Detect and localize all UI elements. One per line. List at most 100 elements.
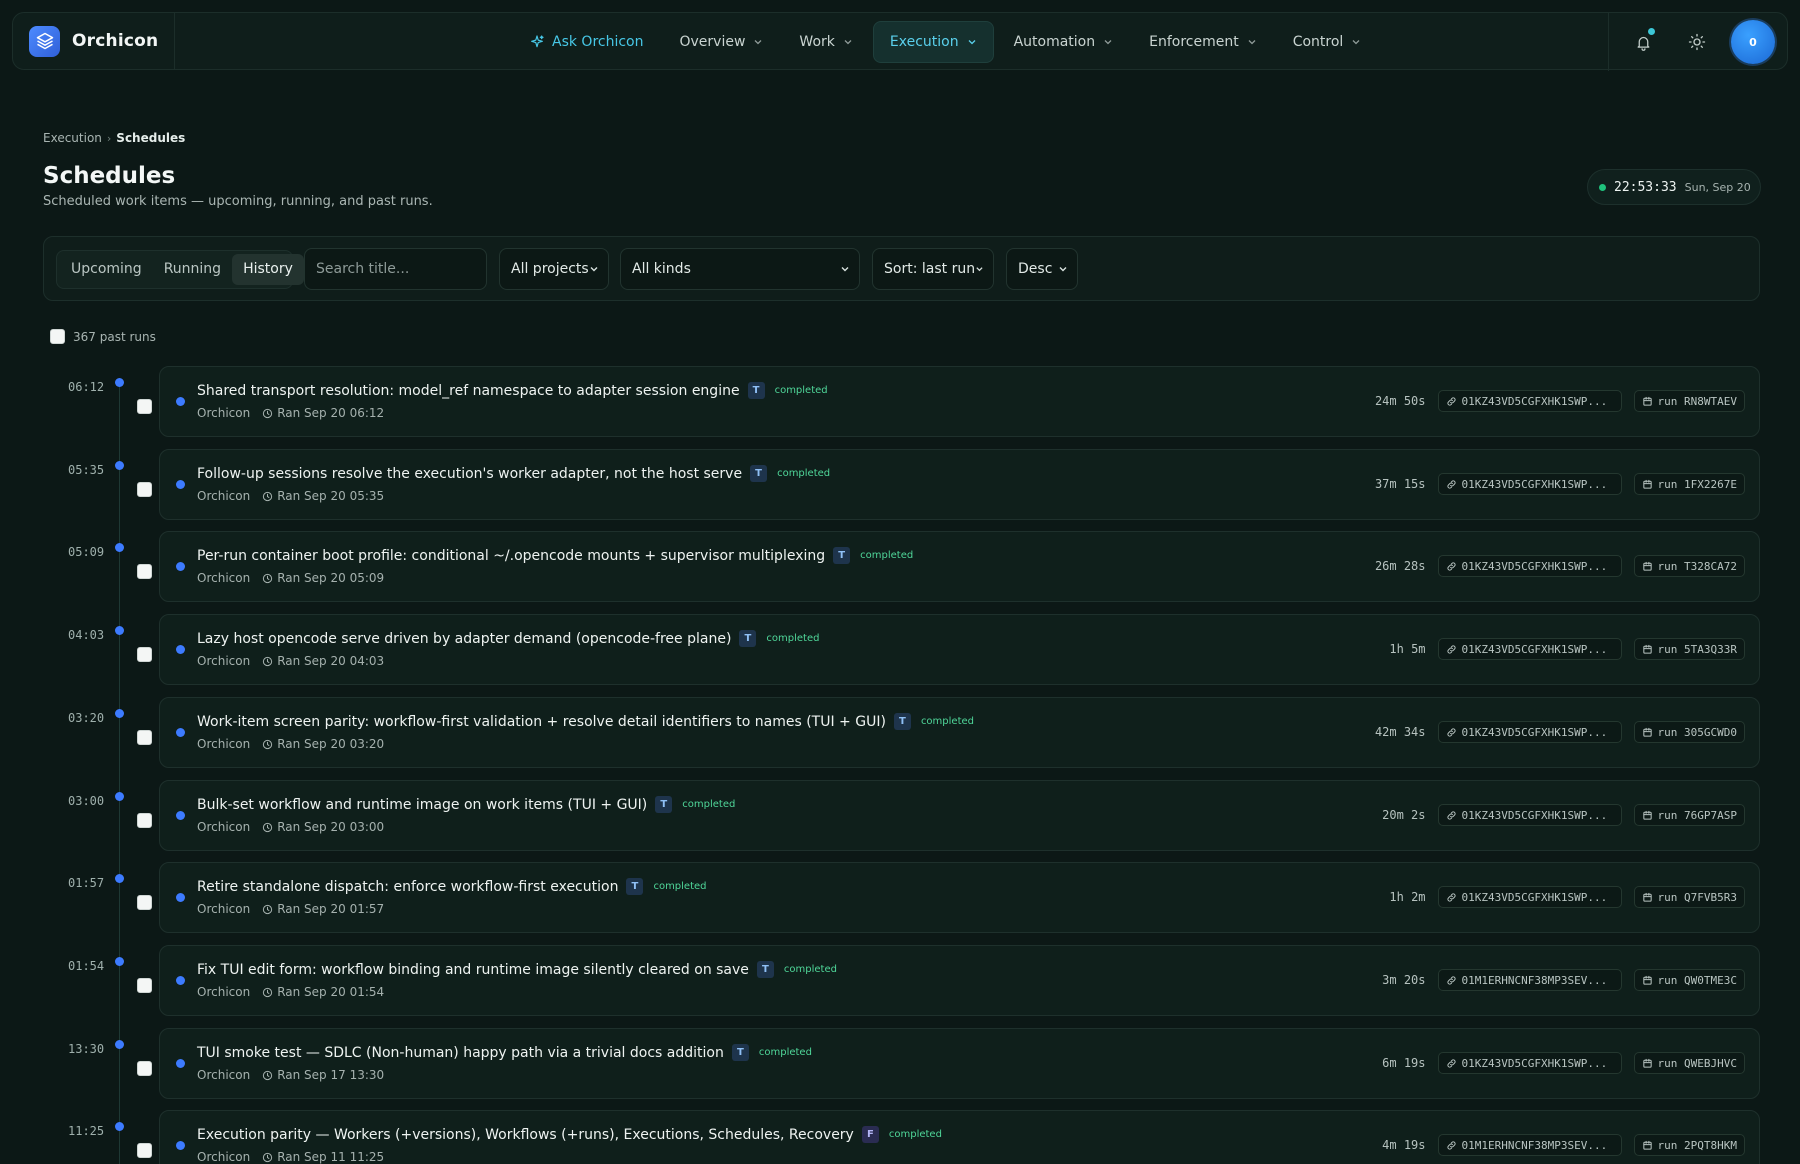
run-details: 3m 20s 01M1ERHNCNF38MP3SEV... run QW0TME… xyxy=(1382,969,1745,991)
nav-enforcement[interactable]: Enforcement xyxy=(1133,21,1273,63)
run-title[interactable]: TUI smoke test — SDLC (Non-human) happy … xyxy=(197,1045,724,1061)
run-card[interactable]: Shared transport resolution: model_ref n… xyxy=(159,366,1760,437)
run-card[interactable]: Follow-up sessions resolve the execution… xyxy=(159,449,1760,520)
workflow-id-chip[interactable]: 01KZ43VD5CGFXHK1SWP... xyxy=(1437,804,1622,826)
filter-bar: Upcoming Running History All projects Al… xyxy=(43,236,1760,301)
run-ran-at: Ran Sep 11 11:25 xyxy=(277,1150,385,1164)
run-card[interactable]: TUI smoke test — SDLC (Non-human) happy … xyxy=(159,1028,1760,1099)
run-card[interactable]: Bulk-set workflow and runtime image on w… xyxy=(159,780,1760,851)
sort-select[interactable]: Sort: last run xyxy=(872,248,994,290)
run-checkbox[interactable] xyxy=(137,895,152,910)
calendar-icon xyxy=(1642,644,1652,654)
run-title[interactable]: Per-run container boot profile: conditio… xyxy=(197,548,825,564)
live-clock: 22:53:33 Sun, Sep 20 xyxy=(1587,169,1761,205)
kind-select[interactable]: All kinds xyxy=(620,248,860,290)
workflow-id-chip[interactable]: 01M1ERHNCNF38MP3SEV... xyxy=(1437,969,1622,991)
run-row: 05:35 Follow-up sessions resolve the exe… xyxy=(0,449,1800,521)
run-id-chip[interactable]: run Q7FVB5R3 xyxy=(1633,886,1745,908)
status-badge: completed xyxy=(766,633,820,644)
run-checkbox[interactable] xyxy=(137,730,152,745)
workflow-id: 01KZ43VD5CGFXHK1SWP... xyxy=(1461,890,1608,904)
nav-ask-orchicon[interactable]: Ask Orchicon xyxy=(513,21,660,63)
user-avatar[interactable]: 0 xyxy=(1731,20,1775,64)
kind-badge: T xyxy=(626,878,644,895)
run-id-chip[interactable]: run 5TA3Q33R xyxy=(1633,638,1745,660)
breadcrumb-parent[interactable]: Execution xyxy=(43,131,102,145)
order-select[interactable]: Desc xyxy=(1006,248,1078,290)
run-id-chip[interactable]: run 2PQT8HKM xyxy=(1633,1134,1745,1156)
search-input[interactable] xyxy=(304,248,487,290)
run-id-chip[interactable]: run 76GP7ASP xyxy=(1633,804,1745,826)
run-checkbox[interactable] xyxy=(137,399,152,414)
run-checkbox[interactable] xyxy=(137,482,152,497)
run-id-chip[interactable]: run QW0TME3C xyxy=(1633,969,1745,991)
calendar-icon xyxy=(1642,1140,1652,1150)
run-id-chip[interactable]: run 305GCWD0 xyxy=(1633,721,1745,743)
run-card[interactable]: Work-item screen parity: workflow-first … xyxy=(159,697,1760,768)
run-title[interactable]: Retire standalone dispatch: enforce work… xyxy=(197,879,618,895)
workflow-id-chip[interactable]: 01KZ43VD5CGFXHK1SWP... xyxy=(1437,390,1622,412)
project-select[interactable]: All projects xyxy=(499,248,609,290)
page-subtitle: Scheduled work items — upcoming, running… xyxy=(43,194,433,209)
timeline-dot xyxy=(115,1122,124,1131)
run-card[interactable]: Retire standalone dispatch: enforce work… xyxy=(159,862,1760,933)
run-title[interactable]: Fix TUI edit form: workflow binding and … xyxy=(197,962,749,978)
tab-history[interactable]: History xyxy=(232,254,304,285)
run-title[interactable]: Follow-up sessions resolve the execution… xyxy=(197,466,742,482)
clock-icon xyxy=(263,656,273,666)
clock-icon xyxy=(263,573,273,583)
run-details: 26m 28s 01KZ43VD5CGFXHK1SWP... run T328C… xyxy=(1375,555,1745,577)
run-id-chip[interactable]: run QWEBJHVC xyxy=(1633,1052,1745,1074)
tab-running[interactable]: Running xyxy=(153,254,232,285)
run-title[interactable]: Shared transport resolution: model_ref n… xyxy=(197,383,740,399)
run-row: 04:03 Lazy host opencode serve driven by… xyxy=(0,614,1800,686)
workflow-id-chip[interactable]: 01M1ERHNCNF38MP3SEV... xyxy=(1437,1134,1622,1156)
run-ran-at: Ran Sep 17 13:30 xyxy=(277,1068,385,1082)
run-time: 01:57 xyxy=(68,876,105,890)
status-dot xyxy=(176,645,185,654)
run-details: 42m 34s 01KZ43VD5CGFXHK1SWP... run 305GC… xyxy=(1375,721,1745,743)
clock-date: Sun, Sep 20 xyxy=(1684,180,1751,194)
run-id-chip[interactable]: run T328CA72 xyxy=(1633,555,1745,577)
run-card[interactable]: Fix TUI edit form: workflow binding and … xyxy=(159,945,1760,1016)
run-checkbox[interactable] xyxy=(137,813,152,828)
nav-overview[interactable]: Overview xyxy=(664,21,780,63)
workflow-id-chip[interactable]: 01KZ43VD5CGFXHK1SWP... xyxy=(1437,555,1622,577)
status-badge: completed xyxy=(920,716,974,727)
run-card[interactable]: Lazy host opencode serve driven by adapt… xyxy=(159,614,1760,685)
run-card[interactable]: Per-run container boot profile: conditio… xyxy=(159,531,1760,602)
run-checkbox[interactable] xyxy=(137,978,152,993)
workflow-id-chip[interactable]: 01KZ43VD5CGFXHK1SWP... xyxy=(1437,638,1622,660)
nav-automation[interactable]: Automation xyxy=(998,21,1130,63)
run-checkbox[interactable] xyxy=(137,1061,152,1076)
workflow-id-chip[interactable]: 01KZ43VD5CGFXHK1SWP... xyxy=(1437,1052,1622,1074)
workflow-id-chip[interactable]: 01KZ43VD5CGFXHK1SWP... xyxy=(1437,886,1622,908)
notifications-button[interactable] xyxy=(1623,22,1663,62)
brand[interactable]: Orchicon xyxy=(13,13,176,69)
nav-control[interactable]: Control xyxy=(1277,21,1378,63)
workflow-id-chip[interactable]: 01KZ43VD5CGFXHK1SWP... xyxy=(1437,721,1622,743)
run-checkbox[interactable] xyxy=(137,564,152,579)
select-all-checkbox[interactable] xyxy=(50,329,65,344)
run-checkbox[interactable] xyxy=(137,1143,152,1158)
nav-execution[interactable]: Execution xyxy=(872,21,994,63)
calendar-icon xyxy=(1642,396,1652,406)
run-title[interactable]: Lazy host opencode serve driven by adapt… xyxy=(197,631,731,647)
run-time: 05:09 xyxy=(68,545,105,559)
workflow-id-chip[interactable]: 01KZ43VD5CGFXHK1SWP... xyxy=(1437,473,1622,495)
nav-overview-label: Overview xyxy=(679,34,746,50)
run-checkbox[interactable] xyxy=(137,647,152,662)
run-title[interactable]: Execution parity — Workers (+versions), … xyxy=(197,1127,854,1143)
status-dot xyxy=(176,728,185,737)
run-id-chip[interactable]: run 1FX2267E xyxy=(1633,473,1745,495)
run-card[interactable]: Execution parity — Workers (+versions), … xyxy=(159,1110,1760,1164)
sort-select-value: Sort: last run xyxy=(884,261,976,277)
tab-upcoming[interactable]: Upcoming xyxy=(60,254,153,285)
workflow-id: 01KZ43VD5CGFXHK1SWP... xyxy=(1461,394,1608,408)
nav-work[interactable]: Work xyxy=(783,21,868,63)
run-id-chip[interactable]: run RN8WTAEV xyxy=(1633,390,1745,412)
run-title[interactable]: Bulk-set workflow and runtime image on w… xyxy=(197,797,647,813)
status-dot xyxy=(176,397,185,406)
run-title[interactable]: Work-item screen parity: workflow-first … xyxy=(197,714,886,730)
theme-toggle-button[interactable] xyxy=(1677,22,1717,62)
